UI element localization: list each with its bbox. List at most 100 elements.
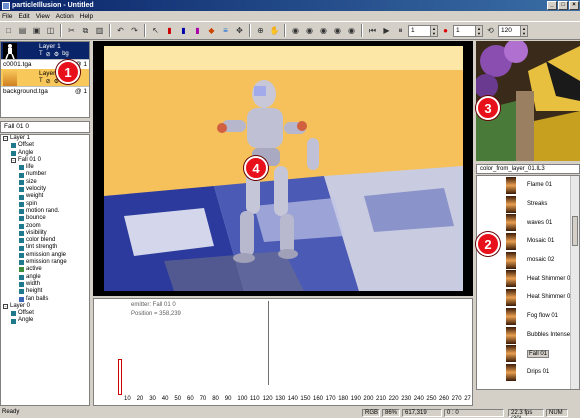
library-item[interactable]: Fog flow 01 [477,307,579,326]
tree-item[interactable]: life [1,164,89,171]
bg-icon[interactable]: bg [62,51,69,58]
tree-item[interactable]: height [1,288,89,295]
tree-item[interactable]: − Fall 01 0 [1,157,89,164]
move-tool-icon[interactable]: ✥ [233,24,246,37]
zoom-in-icon[interactable]: ⊕ [254,24,267,37]
status-fps: 22.3 fps (30) [508,409,544,418]
visibility-icon[interactable]: ⊘ [46,51,51,58]
timeline-position-text: Position = 358,239 [131,311,181,317]
tree-item[interactable]: width [1,281,89,288]
record-icon[interactable]: ● [439,24,452,37]
menu-file[interactable]: File [2,13,12,20]
emitter-name-field[interactable]: Fall 01 0 [0,121,90,133]
tree-item[interactable]: angle [1,274,89,281]
select-tool-icon[interactable]: ↖ [149,24,162,37]
blocker-icon[interactable]: ◆ [205,24,218,37]
tree-item[interactable]: zoom [1,223,89,230]
tree-item[interactable]: tint strength [1,244,89,251]
playhead[interactable] [118,359,122,395]
library-item[interactable]: Heat Shimmer 01 [477,269,579,288]
library-scrollbar[interactable] [570,176,579,389]
layer-row-1[interactable]: Layer 1 T ⊘ ⚙ bg [1,42,89,60]
view-back-icon[interactable]: ◉ [331,24,344,37]
view-front-icon[interactable]: ◉ [303,24,316,37]
tree-item[interactable]: weight [1,193,89,200]
library-item[interactable]: Flame 01 [477,176,579,195]
expand-toggle-icon[interactable]: − [11,158,16,164]
rewind-icon[interactable]: ⏮ [366,24,379,37]
menu-view[interactable]: View [36,13,50,20]
tree-item[interactable]: size [1,179,89,186]
redo-icon[interactable]: ↷ [128,24,141,37]
library-item[interactable]: Drips 01 [477,363,579,382]
library-item[interactable]: waves 01 [477,213,579,232]
tree-item[interactable]: visibility [1,230,89,237]
library-item[interactable]: Heat Shimmer 02 [477,288,579,307]
zoom-input[interactable]: 120 ▲ ▼ [498,24,528,37]
tree-item[interactable]: Offset [1,310,89,317]
menu-help[interactable]: Help [80,13,93,20]
text-icon[interactable]: T [39,78,43,85]
emitter-blue-icon[interactable]: ▮ [177,24,190,37]
stage-viewport[interactable] [93,41,473,296]
timeline-emitter-text: emitter: Fall 01 0 [131,302,176,308]
visibility-icon[interactable]: ⊘ [46,78,51,85]
library-item[interactable]: Fall 01 [477,344,579,363]
save-icon[interactable]: ▣ [30,24,43,37]
settings-icon[interactable]: ⚙ [54,51,59,58]
copy-icon[interactable]: ⧉ [79,24,92,37]
undo-icon[interactable]: ↶ [114,24,127,37]
tree-item[interactable]: active [1,266,89,273]
tree-item[interactable]: Angle [1,150,89,157]
minimize-button[interactable]: _ [547,1,557,10]
close-button[interactable]: × [569,1,579,10]
tree-item[interactable]: Offset [1,142,89,149]
expand-toggle-icon[interactable]: − [3,303,8,309]
menu-action[interactable]: Action [56,13,74,20]
tree-item[interactable]: emission angle [1,252,89,259]
tree-item[interactable]: emission range [1,259,89,266]
library-item[interactable]: Bubbles Intense [477,326,579,345]
tree-item[interactable]: bounce [1,215,89,222]
library-item[interactable]: Streaks [477,195,579,214]
play-icon[interactable]: ▶ [380,24,393,37]
cut-icon[interactable]: ✂ [65,24,78,37]
loop-icon[interactable]: ⟲ [484,24,497,37]
tree-item[interactable]: − Layer 0 [1,303,89,310]
tree-item[interactable]: color blend [1,237,89,244]
tree-item[interactable]: number [1,171,89,178]
status-num: NUM [546,409,568,417]
emitter-thumbnail [506,307,516,325]
expand-toggle-icon[interactable]: − [3,136,8,142]
maximize-button[interactable]: □ [558,1,568,10]
timeline-panel[interactable]: emitter: Fall 01 0 Position = 358,239 10… [93,298,473,406]
ruler-tick-label: 200 [363,396,374,402]
view-top-icon[interactable]: ◉ [317,24,330,37]
text-icon[interactable]: T [39,51,43,58]
tree-item[interactable]: fan balls [1,296,89,303]
tree-item-label: Offset [18,142,34,149]
library-title[interactable]: color_from_layer_01.IL3 [476,164,580,174]
tree-item-label: angle [26,273,41,280]
new-file-icon[interactable]: □ [2,24,15,37]
view-left-icon[interactable]: ◉ [289,24,302,37]
pause-icon[interactable]: ⏸ [394,24,407,37]
view-right-icon[interactable]: ◉ [345,24,358,37]
tree-item[interactable]: velocity [1,186,89,193]
tree-item[interactable]: motion rand. [1,208,89,215]
menu-edit[interactable]: Edit [18,13,29,20]
emitter-red-icon[interactable]: ▮ [163,24,176,37]
save-as-icon[interactable]: ◫ [44,24,57,37]
open-file-icon[interactable]: ▤ [16,24,29,37]
tree-item[interactable]: − Layer 1 [1,135,89,142]
fps-input[interactable]: 1 ▲ ▼ [453,24,483,37]
timeline-ruler[interactable]: 10 20 30 40 50 60 70 80 90 100 110 120 130 140 150 160 1… [116,395,472,405]
ruler-tick-label: 260 [439,396,450,402]
tree-item[interactable]: spin [1,201,89,208]
deflector-icon[interactable]: ▮ [191,24,204,37]
hand-tool-icon[interactable]: ✋ [268,24,281,37]
paste-icon[interactable]: ▥ [93,24,106,37]
frame-input[interactable]: 1 ▲ ▼ [408,24,438,37]
tree-item[interactable]: Angle [1,317,89,324]
force-icon[interactable]: ≡ [219,24,232,37]
